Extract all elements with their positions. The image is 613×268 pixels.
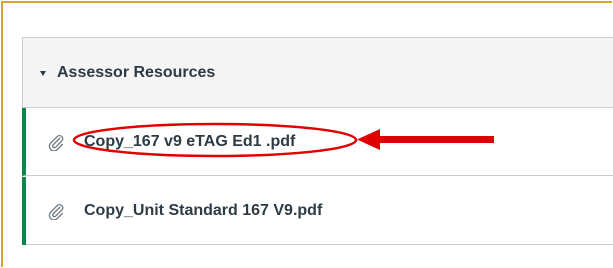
module-item-link[interactable]: Copy_Unit Standard 167 V9.pdf: [84, 202, 322, 220]
module-header[interactable]: Assessor Resources: [23, 38, 613, 108]
module-title: Assessor Resources: [57, 63, 216, 81]
paperclip-icon: [47, 202, 65, 220]
module-item-2[interactable]: Copy_Unit Standard 167 V9.pdf: [22, 177, 613, 245]
module-item-1[interactable]: Copy_167 v9 eTAG Ed1 .pdf: [22, 108, 613, 176]
module-item-link[interactable]: Copy_167 v9 eTAG Ed1 .pdf: [84, 133, 295, 151]
module-assessor-resources: Assessor Resources Copy_167 v9 eTAG Ed1 …: [22, 37, 613, 245]
paperclip-icon: [47, 133, 65, 151]
screenshot-frame: Assessor Resources Copy_167 v9 eTAG Ed1 …: [1, 1, 613, 267]
caret-down-icon[interactable]: [40, 70, 46, 76]
